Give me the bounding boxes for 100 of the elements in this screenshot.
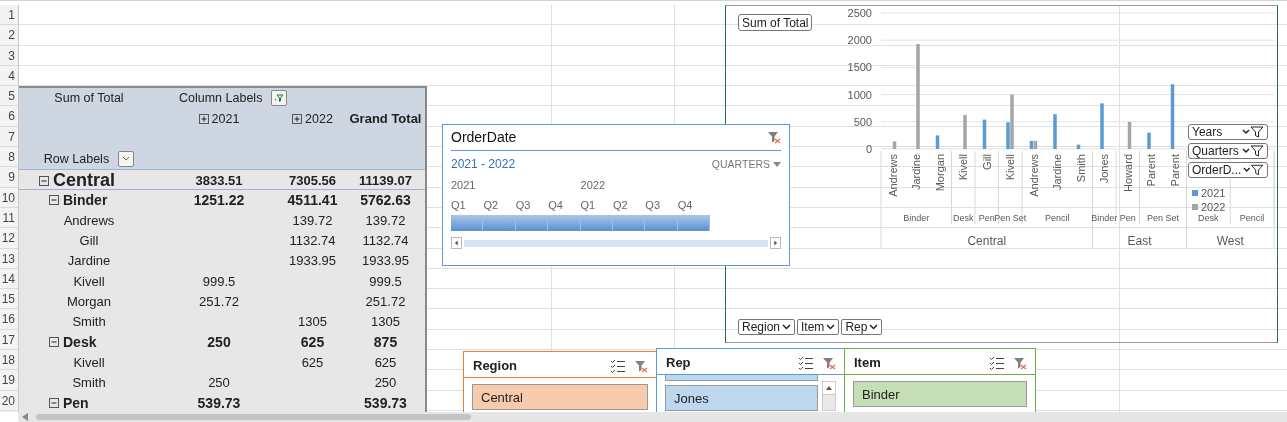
value-cell: 250 — [208, 375, 230, 390]
row-labels-header: Row Labels — [43, 152, 110, 167]
date-range: 2021 - 2022 — [451, 157, 516, 171]
year-label: 2021 — [451, 179, 476, 191]
row-number: 2 — [0, 25, 18, 46]
row-number: 19 — [0, 370, 18, 391]
legend-label: 2022 — [1201, 201, 1226, 213]
slicer-title: Rep — [666, 355, 692, 370]
value-cell: 625 — [374, 354, 397, 370]
time-level-dropdown[interactable]: QUARTERS — [711, 158, 781, 170]
axis-category-label: Jardine — [1051, 154, 1064, 191]
axis-region-label: East — [1127, 234, 1152, 248]
quarter-label: Q2 — [483, 199, 499, 211]
axis-group-label: Pencil — [1239, 213, 1265, 223]
field-button[interactable]: Years — [1188, 124, 1268, 140]
column-labels-header: Column Labels — [179, 91, 263, 106]
quarter-label: Q1 — [451, 199, 466, 211]
value-cell: 250 — [207, 333, 231, 350]
y-tick-label: 1500 — [847, 61, 872, 74]
row-label: Andrews — [63, 212, 115, 228]
row-number: 4 — [0, 65, 18, 87]
row-label: Central — [53, 170, 115, 192]
row-number: 5 — [0, 86, 18, 107]
y-tick-label: 2000 — [847, 34, 872, 47]
axis-category-label: Andrews — [886, 154, 899, 197]
axis-category-label: Jones — [1098, 154, 1111, 184]
timeline-title: OrderDate — [451, 129, 517, 145]
axis-field-dropdown[interactable]: Rep — [841, 319, 883, 335]
axis-category-label: Smith — [1074, 154, 1087, 183]
value-cell: 4511.41 — [287, 191, 338, 208]
axis-region-label: West — [1216, 234, 1244, 248]
axis-group-label: Desk — [953, 213, 974, 223]
row-label: Pen — [63, 394, 89, 411]
value-cell: 539.73 — [197, 394, 241, 411]
value-cell: 539.73 — [364, 394, 407, 411]
axis-category-label: Parent — [1168, 154, 1181, 187]
value-cell: 999.5 — [369, 273, 402, 289]
y-tick-label: 0 — [865, 143, 872, 155]
legend-label: 2021 — [1201, 187, 1226, 199]
slicer-title: Item — [854, 355, 882, 370]
axis-group-label: Pen Set — [994, 213, 1027, 223]
row-number: 9 — [0, 167, 18, 188]
row-number: 18 — [0, 350, 18, 371]
value-cell: 5762.63 — [360, 191, 411, 208]
field-button[interactable]: Quarters — [1188, 143, 1268, 159]
row-number: 15 — [0, 289, 18, 310]
value-cell: 139.72 — [365, 212, 406, 228]
axis-category-label: Parent — [1145, 154, 1158, 187]
slicer-title: Region — [473, 358, 519, 373]
axis-category-label: Morgan — [933, 154, 946, 192]
axis-group-label: Pen — [1119, 213, 1136, 223]
slicer-item[interactable]: Central — [472, 384, 648, 410]
row-label: Jardine — [67, 253, 111, 269]
axis-category-label: Jardine — [910, 154, 923, 191]
axis-group-label: Binder — [1091, 213, 1118, 223]
value-cell: 7305.56 — [289, 173, 336, 189]
quarter-label: Q3 — [645, 199, 661, 211]
slicer-item[interactable]: Jones — [665, 385, 818, 411]
value-cell: 1132.74 — [289, 232, 336, 248]
column-header: 2021 — [211, 111, 240, 126]
row-number: 6 — [0, 106, 18, 127]
row-number: 17 — [0, 329, 18, 351]
value-cell: 1251.22 — [193, 191, 245, 208]
axis-region-label: Central — [967, 234, 1007, 248]
row-number: 1 — [0, 5, 18, 26]
value-cell: 1933.95 — [289, 253, 336, 269]
column-header: 2022 — [305, 111, 333, 126]
row-number: 13 — [0, 248, 18, 269]
row-label: Binder — [63, 191, 108, 208]
quarter-label: Q3 — [515, 199, 531, 211]
axis-category-label: Gill — [980, 154, 993, 170]
row-label: Smith — [72, 375, 106, 390]
axis-group-label: Desk — [1198, 213, 1219, 223]
row-label: Desk — [63, 333, 97, 350]
value-cell: 1305 — [371, 314, 400, 330]
axis-group-label: Pen Set — [1147, 213, 1179, 223]
axis-category-label: Andrews — [1027, 154, 1040, 197]
row-label: Smith — [72, 314, 106, 330]
axis-group-label: Pencil — [1045, 213, 1070, 223]
value-cell: 11139.07 — [359, 173, 412, 189]
row-label: Kivell — [73, 273, 105, 289]
value-cell: 1933.95 — [362, 253, 409, 269]
value-field-button[interactable]: Sum of Total — [738, 14, 813, 31]
axis-field-dropdown[interactable]: Region — [738, 319, 796, 335]
axis-group-label: Binder — [903, 213, 930, 223]
year-label: 2022 — [580, 179, 606, 191]
row-label: Gill — [79, 232, 99, 248]
row-number: 14 — [0, 268, 18, 290]
row-label: Kivell — [73, 354, 105, 370]
slicer-item[interactable]: Binder — [853, 381, 1027, 407]
value-cell: 3833.51 — [195, 173, 243, 189]
axis-field-dropdown[interactable]: Item — [797, 319, 840, 335]
quarter-label: Q4 — [677, 199, 693, 211]
row-number: 11 — [0, 207, 18, 229]
axis-category-label: Kivell — [957, 154, 970, 181]
value-cell: 1132.74 — [362, 232, 409, 248]
value-cell: 139.72 — [292, 212, 333, 228]
pivot-value-label: Sum of Total — [54, 91, 124, 106]
value-cell: 251.72 — [365, 293, 406, 309]
field-button[interactable]: OrderD... — [1188, 162, 1268, 178]
